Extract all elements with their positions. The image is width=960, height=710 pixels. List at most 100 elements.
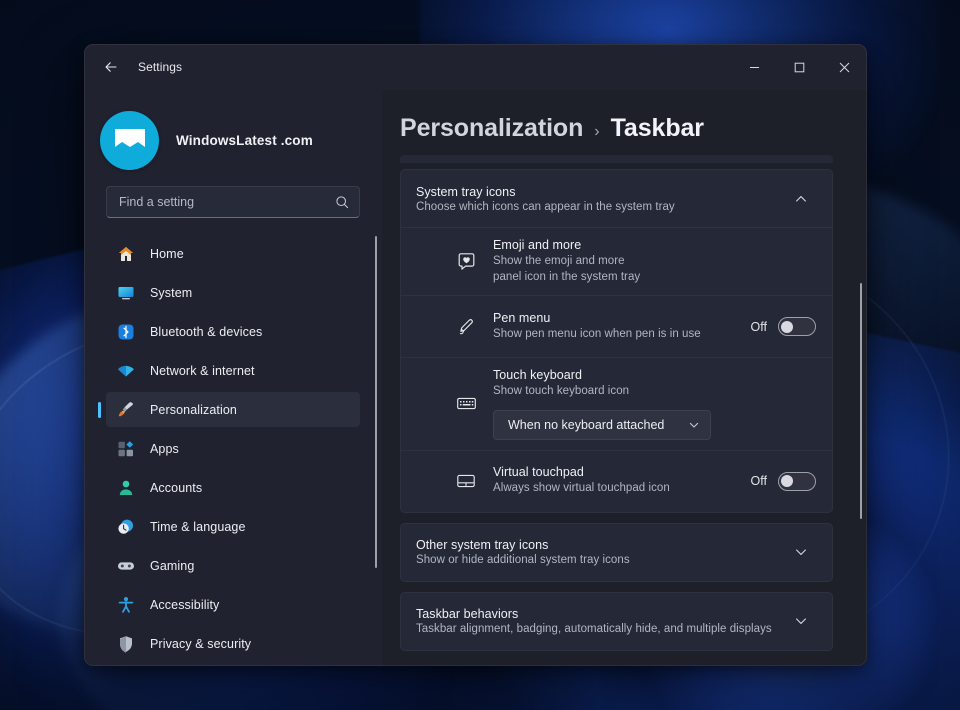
row-subtitle: Show touch keyboard icon <box>493 384 816 400</box>
sidebar-item-label: Privacy & security <box>150 637 251 651</box>
breadcrumb: Personalization › Taskbar <box>382 90 867 155</box>
settings-window: Settings <box>84 44 867 666</box>
paintbrush-icon <box>116 400 135 419</box>
search-input[interactable] <box>119 195 335 209</box>
row-touch-keyboard[interactable]: Touch keyboard Show touch keyboard icon … <box>401 357 832 450</box>
touch-keyboard-dropdown[interactable]: When no keyboard attached <box>493 410 711 440</box>
sidebar-item-gaming[interactable]: Gaming <box>106 548 360 583</box>
sidebar-item-apps[interactable]: Apps <box>106 431 360 466</box>
title-bar: Settings <box>84 44 867 90</box>
minimize-button[interactable] <box>732 44 777 90</box>
sidebar-item-label: Accounts <box>150 481 202 495</box>
card-other-system-tray-icons: Other system tray icons Show or hide add… <box>400 523 833 582</box>
sidebar-item-label: Home <box>150 247 184 261</box>
row-subtitle: Always show virtual touchpad icon <box>493 481 739 497</box>
maximize-icon <box>794 62 805 73</box>
other-system-tray-texts: Other system tray icons Show or hide add… <box>416 538 786 566</box>
toggle-knob <box>781 321 793 333</box>
sidebar-item-accessibility[interactable]: Accessibility <box>106 587 360 622</box>
account-name: WindowsLatest .com <box>176 133 313 148</box>
keyboard-icon <box>455 393 477 415</box>
card-title: Taskbar behaviors <box>416 607 786 621</box>
arrow-left-icon <box>103 59 119 75</box>
home-icon <box>116 244 135 263</box>
row-virtual-touchpad[interactable]: Virtual touchpad Always show virtual tou… <box>401 450 832 512</box>
page-title: Taskbar <box>611 114 704 143</box>
system-icon <box>116 283 135 302</box>
touchpad-icon <box>455 470 477 492</box>
row-texts: Pen menu Show pen menu icon when pen is … <box>493 311 739 343</box>
taskbar-behaviors-texts: Taskbar behaviors Taskbar alignment, bad… <box>416 607 786 635</box>
card-subtitle: Choose which icons can appear in the sys… <box>416 201 786 213</box>
sidebar-item-privacy-security[interactable]: Privacy & security <box>106 626 360 661</box>
card-subtitle: Taskbar alignment, badging, automaticall… <box>416 623 786 635</box>
sidebar-item-label: Network & internet <box>150 364 255 378</box>
toggle-knob <box>781 475 793 487</box>
chevron-down-icon[interactable] <box>786 537 816 567</box>
shield-icon <box>116 634 135 653</box>
emoji-panel-icon <box>455 251 477 273</box>
sidebar-nav: Home System <box>84 218 382 666</box>
sidebar-item-accounts[interactable]: Accounts <box>106 470 360 505</box>
app-title: Settings <box>138 60 182 74</box>
accessibility-icon <box>116 595 135 614</box>
back-button[interactable] <box>94 51 128 83</box>
row-title: Touch keyboard <box>493 368 816 382</box>
close-icon <box>839 62 850 73</box>
pen-icon <box>455 316 477 338</box>
settings-list: System tray icons Choose which icons can… <box>382 155 867 666</box>
toggle-state-label: Off <box>751 474 767 488</box>
taskbar-behaviors-header[interactable]: Taskbar behaviors Taskbar alignment, bad… <box>401 593 832 650</box>
sidebar-item-label: Accessibility <box>150 598 219 612</box>
wifi-icon <box>116 361 135 380</box>
sidebar-scrollbar[interactable] <box>375 236 377 568</box>
desktop-wallpaper: Settings <box>0 0 960 710</box>
pen-menu-toggle-group: Off <box>751 317 816 336</box>
row-emoji-and-more[interactable]: Emoji and more Show the emoji and more p… <box>401 227 832 295</box>
row-title: Emoji and more <box>493 238 816 252</box>
toggle-state-label: Off <box>751 320 767 334</box>
user-avatar-logo <box>113 127 147 153</box>
account-icon <box>116 478 135 497</box>
card-subtitle: Show or hide additional system tray icon… <box>416 554 786 566</box>
sidebar-item-time-language[interactable]: Time & language <box>106 509 360 544</box>
row-texts: Emoji and more Show the emoji and more p… <box>493 238 816 285</box>
chevron-up-icon[interactable] <box>786 184 816 214</box>
account-block[interactable]: WindowsLatest .com <box>84 94 382 178</box>
row-title: Pen menu <box>493 311 739 325</box>
row-texts: Virtual touchpad Always show virtual tou… <box>493 465 739 497</box>
chevron-down-icon[interactable] <box>786 606 816 636</box>
sidebar-item-home[interactable]: Home <box>106 236 360 271</box>
gamepad-icon <box>116 556 135 575</box>
dropdown-value: When no keyboard attached <box>508 418 676 432</box>
virtual-touchpad-toggle[interactable] <box>778 472 816 491</box>
other-system-tray-header[interactable]: Other system tray icons Show or hide add… <box>401 524 832 581</box>
sidebar-item-bluetooth[interactable]: Bluetooth & devices <box>106 314 360 349</box>
clock-icon <box>116 517 135 536</box>
maximize-button[interactable] <box>777 44 822 90</box>
close-button[interactable] <box>822 44 867 90</box>
card-system-tray-icons: System tray icons Choose which icons can… <box>400 169 833 513</box>
search-wrapper <box>84 178 382 218</box>
window-controls <box>732 44 867 90</box>
window-body: WindowsLatest .com <box>84 90 867 666</box>
sidebar-item-label: Bluetooth & devices <box>150 325 262 339</box>
sidebar-item-system[interactable]: System <box>106 275 360 310</box>
search-box[interactable] <box>106 186 360 218</box>
sidebar-item-network[interactable]: Network & internet <box>106 353 360 388</box>
bluetooth-icon <box>116 322 135 341</box>
content-pane: Personalization › Taskbar System tray ic… <box>382 90 867 666</box>
row-title: Virtual touchpad <box>493 465 739 479</box>
card-taskbar-behaviors: Taskbar behaviors Taskbar alignment, bad… <box>400 592 833 651</box>
row-texts: Touch keyboard Show touch keyboard icon … <box>493 368 816 440</box>
sidebar-item-label: System <box>150 286 192 300</box>
content-scrollbar[interactable] <box>860 283 862 519</box>
breadcrumb-parent[interactable]: Personalization <box>400 114 583 143</box>
row-pen-menu[interactable]: Pen menu Show pen menu icon when pen is … <box>401 295 832 357</box>
sidebar-item-personalization[interactable]: Personalization <box>106 392 360 427</box>
minimize-icon <box>749 62 760 73</box>
system-tray-header[interactable]: System tray icons Choose which icons can… <box>401 170 832 227</box>
pen-menu-toggle[interactable] <box>778 317 816 336</box>
sidebar: WindowsLatest .com <box>84 90 382 666</box>
sidebar-item-label: Gaming <box>150 559 194 573</box>
